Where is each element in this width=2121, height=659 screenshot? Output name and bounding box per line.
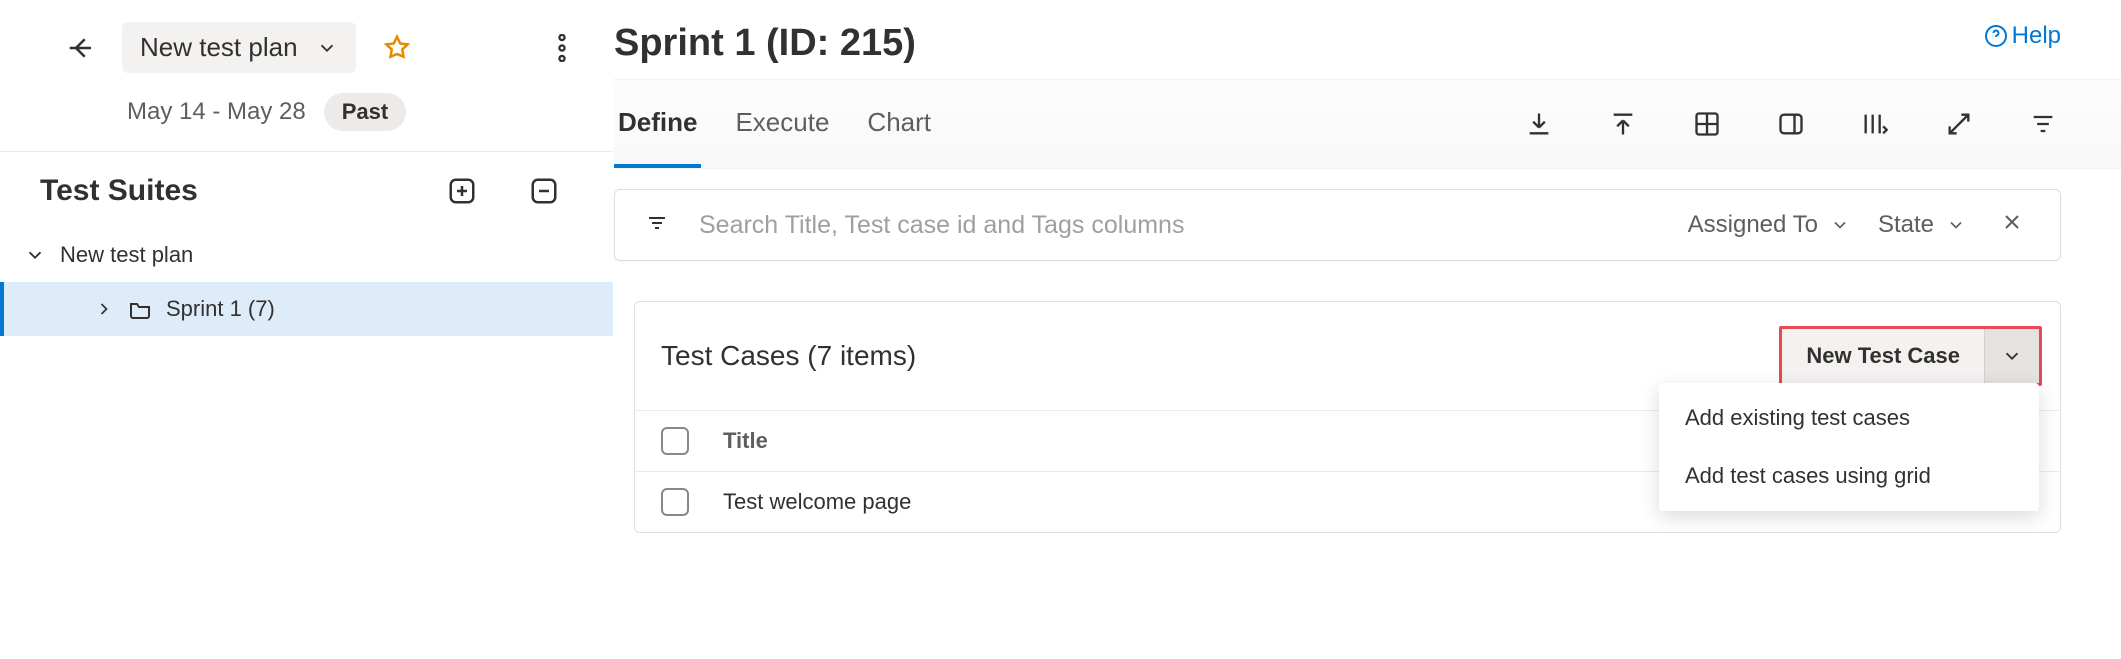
folder-icon (128, 297, 152, 321)
menu-add-grid[interactable]: Add test cases using grid (1659, 447, 2039, 505)
cases-header: Test Cases (7 items) New Test Case Add e… (635, 302, 2060, 410)
new-test-case-button[interactable]: New Test Case (1782, 329, 1985, 383)
side-panel-icon[interactable] (1773, 106, 1809, 142)
favorite-star-icon[interactable] (376, 27, 418, 69)
filter-list-icon[interactable] (645, 211, 669, 240)
main-panel: Sprint 1 (ID: 215) Help Define Execute C… (614, 0, 2121, 659)
new-test-case-split-button: New Test Case Add existing test cases Ad… (1779, 326, 2042, 386)
back-arrow-icon[interactable] (60, 27, 102, 69)
tree-root-label: New test plan (60, 242, 193, 268)
expand-icon[interactable] (1941, 106, 1977, 142)
help-link[interactable]: Help (1984, 22, 2061, 50)
chevron-down-icon (1946, 215, 1966, 235)
clear-filters-icon[interactable] (1994, 210, 2030, 241)
chevron-down-icon (1830, 215, 1850, 235)
test-plan-dropdown[interactable]: New test plan (122, 22, 356, 73)
help-label: Help (2012, 22, 2061, 50)
chevron-down-icon (24, 244, 46, 266)
tree-child-label: Sprint 1 (7) (166, 296, 275, 322)
sidebar: New test plan May 14 - May 28 Past Test … (0, 0, 614, 659)
tab-chart[interactable]: Chart (863, 80, 935, 168)
tree-child-sprint[interactable]: Sprint 1 (7) (0, 282, 613, 336)
search-bar: Assigned To State (614, 189, 2061, 261)
suites-header: Test Suites (0, 152, 613, 222)
filter-icon[interactable] (2025, 106, 2061, 142)
status-badge: Past (324, 93, 406, 131)
tabs-tools (1521, 106, 2061, 142)
search-input[interactable] (697, 210, 1660, 241)
tabs: Define Execute Chart (614, 80, 935, 168)
columns-icon[interactable] (1857, 106, 1893, 142)
suites-heading: Test Suites (40, 174, 198, 208)
chevron-right-icon (94, 299, 114, 319)
tab-execute[interactable]: Execute (731, 80, 833, 168)
new-test-case-menu: Add existing test cases Add test cases u… (1659, 383, 2039, 511)
select-all-checkbox[interactable] (661, 427, 689, 455)
test-cases-panel: Test Cases (7 items) New Test Case Add e… (634, 301, 2061, 533)
date-range: May 14 - May 28 (127, 98, 306, 126)
test-plan-name: New test plan (140, 32, 298, 63)
filter-assigned-to[interactable]: Assigned To (1688, 211, 1850, 239)
sidebar-header: New test plan (0, 0, 613, 87)
col-title[interactable]: Title (723, 428, 1804, 454)
add-suite-icon[interactable] (441, 170, 483, 212)
more-menu-icon[interactable] (541, 27, 583, 69)
filter-state[interactable]: State (1878, 211, 1966, 239)
new-test-case-caret[interactable] (1985, 329, 2039, 383)
cases-heading: Test Cases (7 items) (661, 340, 916, 372)
chevron-down-icon (316, 37, 338, 59)
suites-tree: New test plan Sprint 1 (7) (0, 222, 613, 336)
chevron-down-icon (2001, 345, 2023, 367)
tree-root[interactable]: New test plan (0, 228, 613, 282)
cell-title: Test welcome page (723, 489, 1804, 515)
collapse-suite-icon[interactable] (523, 170, 565, 212)
row-checkbox[interactable] (661, 488, 689, 516)
page-title: Sprint 1 (ID: 215) (614, 22, 916, 65)
help-icon (1984, 24, 2008, 48)
menu-add-existing[interactable]: Add existing test cases (1659, 389, 2039, 447)
tab-define[interactable]: Define (614, 80, 701, 168)
grid-view-icon[interactable] (1689, 106, 1725, 142)
import-icon[interactable] (1521, 106, 1557, 142)
plan-subheader: May 14 - May 28 Past (0, 87, 613, 151)
export-icon[interactable] (1605, 106, 1641, 142)
tabs-bar: Define Execute Chart (614, 79, 2121, 169)
